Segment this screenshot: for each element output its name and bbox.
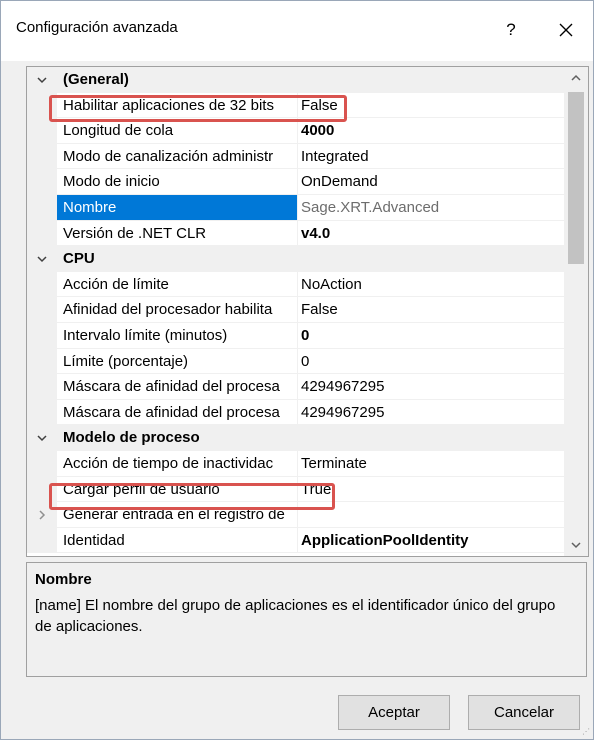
property-row[interactable]: Intervalo límite (minutos) 0: [27, 322, 564, 349]
row-gutter: [27, 271, 57, 297]
property-value[interactable]: 0: [299, 323, 564, 348]
property-value[interactable]: False: [299, 297, 564, 322]
collapse-chevron-icon[interactable]: [37, 254, 47, 264]
property-row[interactable]: Máscara de afinidad del procesa 429496729…: [27, 374, 564, 400]
row-gutter: [27, 169, 57, 194]
property-name: Afinidad del procesador habilita: [57, 297, 298, 322]
chevron-down-icon: [571, 542, 581, 549]
expand-chevron-icon[interactable]: [37, 510, 47, 520]
highlight-box-32bit: [49, 95, 347, 122]
property-row[interactable]: Máscara de afinidad del procesa 429496729…: [27, 399, 564, 426]
category-row[interactable]: (General): [27, 67, 564, 93]
collapse-chevron-icon[interactable]: [37, 433, 47, 443]
row-gutter: [27, 348, 57, 374]
property-row[interactable]: Modo de inicio OnDemand: [27, 169, 564, 195]
vertical-scrollbar[interactable]: [564, 67, 588, 556]
window-title: Configuración avanzada: [16, 19, 178, 36]
help-button[interactable]: ?: [491, 13, 531, 47]
category-label: Modelo de proceso: [27, 425, 564, 450]
scroll-up-button[interactable]: [564, 67, 588, 89]
accept-button[interactable]: Aceptar: [338, 695, 450, 730]
property-row[interactable]: Longitud de cola 4000: [27, 118, 564, 144]
property-name: Máscara de afinidad del procesa: [57, 399, 298, 425]
property-grid[interactable]: (General) Habilitar aplicaciones de 32 bi…: [26, 66, 589, 557]
cancel-button[interactable]: Cancelar: [468, 695, 580, 730]
description-title: Nombre: [35, 571, 92, 588]
property-name: Límite (porcentaje): [57, 348, 298, 374]
property-row[interactable]: Acción de límite NoAction: [27, 271, 564, 298]
category-row[interactable]: CPU: [27, 246, 564, 272]
property-value[interactable]: [299, 502, 564, 527]
property-name: Modo de canalización administr: [57, 143, 298, 169]
row-gutter: [27, 297, 57, 322]
property-value[interactable]: 4294967295: [299, 374, 564, 399]
category-row[interactable]: Modelo de proceso: [27, 425, 564, 451]
property-row[interactable]: Acción de tiempo de inactividac Terminate: [27, 450, 564, 477]
category-label: (General): [27, 67, 564, 92]
property-row[interactable]: Versión de .NET CLR v4.0: [27, 220, 564, 247]
advanced-settings-dialog: Configuración avanzada ? (General) Habili…: [0, 0, 594, 740]
property-value[interactable]: 4294967295: [299, 400, 564, 425]
row-gutter: [27, 322, 57, 348]
property-value[interactable]: Terminate: [299, 451, 564, 476]
row-gutter: [27, 143, 57, 169]
property-value[interactable]: NoAction: [299, 272, 564, 297]
close-icon: [559, 23, 573, 37]
property-name: Intervalo límite (minutos): [57, 322, 298, 348]
property-name: Modo de inicio: [57, 169, 298, 194]
close-button[interactable]: [545, 11, 587, 49]
property-name: Acción de tiempo de inactividac: [57, 450, 298, 476]
scroll-down-button[interactable]: [564, 534, 588, 556]
row-gutter: [27, 374, 57, 399]
property-value[interactable]: 0: [299, 349, 564, 374]
property-value[interactable]: ApplicationPoolIdentity: [299, 528, 564, 553]
property-name: Máscara de afinidad del procesa: [57, 374, 298, 399]
chevron-up-icon: [571, 74, 581, 81]
scroll-thumb[interactable]: [568, 92, 584, 264]
row-gutter: [27, 527, 57, 553]
row-gutter: [27, 220, 57, 246]
property-value[interactable]: OnDemand: [299, 169, 564, 194]
row-gutter: [27, 194, 57, 220]
resize-grip-icon[interactable]: ⋰: [582, 727, 590, 736]
property-value[interactable]: True: [299, 477, 564, 502]
description-panel: Nombre [name] El nombre del grupo de apl…: [26, 562, 587, 677]
property-value[interactable]: Integrated: [299, 144, 564, 169]
property-value[interactable]: v4.0: [299, 221, 564, 246]
highlight-box-user-profile: [49, 483, 335, 510]
property-row[interactable]: Nombre Sage.XRT.Advanced: [27, 194, 564, 221]
title-bar: Configuración avanzada ?: [1, 1, 593, 61]
property-name: Acción de límite: [57, 271, 298, 297]
property-row[interactable]: Identidad ApplicationPoolIdentity: [27, 527, 564, 554]
collapse-chevron-icon[interactable]: [37, 75, 47, 85]
row-gutter: [27, 450, 57, 476]
category-label: CPU: [27, 246, 564, 271]
property-name: Identidad: [57, 527, 298, 553]
property-name: Nombre: [57, 194, 298, 220]
property-name: Versión de .NET CLR: [57, 220, 298, 246]
row-gutter: [27, 399, 57, 425]
property-row[interactable]: Límite (porcentaje) 0: [27, 348, 564, 375]
description-text: [name] El nombre del grupo de aplicacion…: [35, 597, 556, 635]
property-value[interactable]: Sage.XRT.Advanced: [299, 195, 564, 220]
property-row[interactable]: Modo de canalización administr Integrated: [27, 143, 564, 170]
property-row[interactable]: Afinidad del procesador habilita False: [27, 297, 564, 323]
